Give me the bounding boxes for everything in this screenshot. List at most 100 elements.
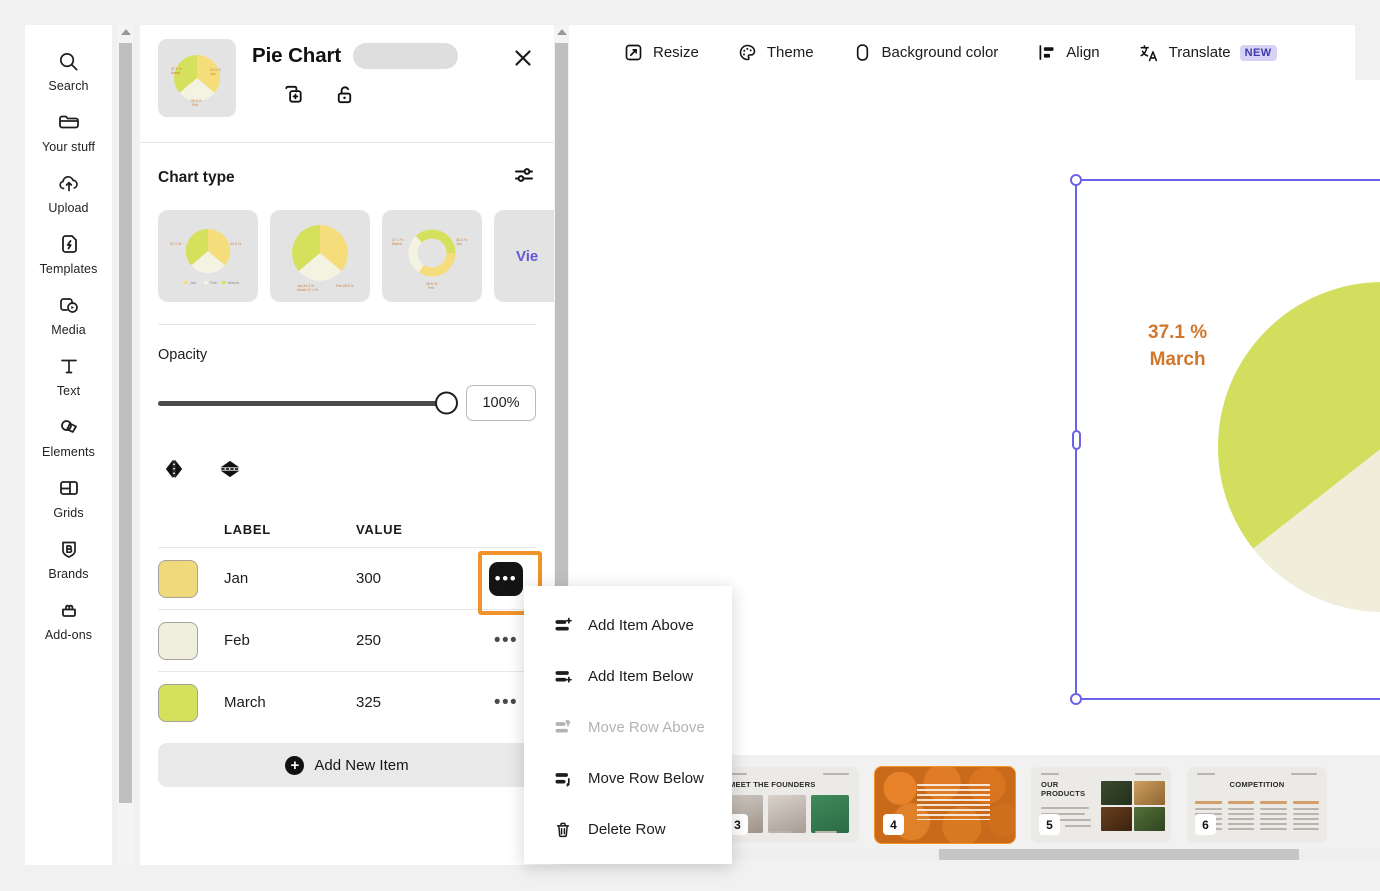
- status-badge: NEW: [1240, 45, 1277, 61]
- panel-header-right: Pie Chart: [252, 39, 536, 142]
- row-label-feb[interactable]: Feb: [224, 632, 356, 649]
- flip-horizontal-icon[interactable]: [162, 457, 186, 486]
- page-title: Pie Chart: [252, 44, 341, 68]
- search-icon: [57, 48, 80, 74]
- sidebar-item-grids[interactable]: Grids: [25, 466, 112, 527]
- align-label: Align: [1066, 44, 1099, 61]
- add-row-above-icon: [552, 616, 574, 636]
- chart-type-options: 37.1 % 34.3 % Jan Feb March Jan 34.3 % M…: [158, 210, 536, 302]
- opacity-label: Opacity: [158, 347, 536, 363]
- color-swatch-march[interactable]: [158, 684, 198, 722]
- list-item[interactable]: MEET THE FOUNDERS 3: [719, 767, 859, 843]
- sidebar-item-label: Search: [48, 79, 88, 93]
- selection-bounding-box[interactable]: [1075, 179, 1380, 700]
- table-row[interactable]: March 325 •••: [158, 671, 536, 733]
- opacity-slider[interactable]: [158, 401, 446, 406]
- sidebar-item-label: Text: [57, 384, 80, 398]
- table-row[interactable]: Feb 250 •••: [158, 609, 536, 671]
- chart-type-option-pie-labeled[interactable]: Jan 34.3 % March 37.1 % Feb 28.6 %: [270, 210, 370, 302]
- pie-chart-labeled-preview: Jan 34.3 % March 37.1 % Feb 28.6 %: [274, 215, 366, 297]
- opacity-section: Opacity 100% LABEL VALUE: [140, 347, 554, 787]
- menu-item-move-row-below[interactable]: Move Row Below: [524, 753, 732, 804]
- sidebar-item-label: Your stuff: [42, 140, 95, 154]
- resize-button[interactable]: Resize: [609, 36, 713, 69]
- menu-item-label: Delete Row: [588, 821, 666, 838]
- unlock-icon[interactable]: [333, 83, 356, 111]
- palette-icon: [737, 42, 758, 63]
- translate-icon: [1138, 42, 1160, 64]
- chart-type-option-pie-legend[interactable]: 37.1 % 34.3 % Jan Feb March: [158, 210, 258, 302]
- align-button[interactable]: Align: [1022, 36, 1113, 69]
- selection-handle-bottom-left[interactable]: [1070, 693, 1082, 705]
- color-swatch-jan[interactable]: [158, 560, 198, 598]
- scroll-up-arrow-icon[interactable]: [121, 29, 131, 35]
- opacity-slider-handle[interactable]: [435, 392, 458, 415]
- resize-label: Resize: [653, 44, 699, 61]
- pie-chart-thumbnail[interactable]: 37.1 % March 34.3 % Jan 28.6 % Feb: [158, 39, 236, 117]
- avatar: [811, 795, 849, 833]
- sidebar-scrollbar[interactable]: [118, 25, 133, 865]
- slide-number: 6: [1195, 814, 1216, 835]
- slide-title-5: OUR PRODUCTS: [1041, 780, 1085, 799]
- svg-text:Jan: Jan: [190, 280, 196, 285]
- svg-text:Feb: Feb: [192, 103, 198, 107]
- panel-title-row: Pie Chart: [252, 43, 536, 69]
- list-item[interactable]: 4: [875, 767, 1015, 843]
- opacity-value-input[interactable]: 100%: [466, 385, 536, 421]
- view-all-chart-types-button[interactable]: Vie: [494, 210, 554, 302]
- align-icon: [1036, 42, 1057, 63]
- panel-scrollbar-thumb[interactable]: [555, 43, 568, 603]
- flip-vertical-icon[interactable]: [218, 457, 242, 486]
- menu-item-add-item-below[interactable]: Add Item Below: [524, 651, 732, 702]
- sidebar-item-upload[interactable]: Upload: [25, 161, 112, 222]
- slide-product-grid: [1101, 781, 1165, 831]
- svg-text:March 37.1 %: March 37.1 %: [297, 288, 318, 292]
- add-new-item-button[interactable]: + Add New Item: [158, 743, 536, 787]
- color-swatch-feb[interactable]: [158, 622, 198, 660]
- background-color-button[interactable]: Background color: [838, 36, 1013, 69]
- sidebar-item-elements[interactable]: Elements: [25, 405, 112, 466]
- row-value-march[interactable]: 325: [356, 694, 476, 711]
- filmstrip-scrollbar-thumb[interactable]: [939, 849, 1299, 860]
- chart-type-section: Chart type 37.1 % 34.3 % Jan Feb Marc: [140, 143, 554, 302]
- theme-button[interactable]: Theme: [723, 36, 828, 69]
- sliders-icon[interactable]: [512, 163, 536, 192]
- sidebar-item-text[interactable]: Text: [25, 344, 112, 405]
- panel-header: 37.1 % March 34.3 % Jan 28.6 % Feb Pie C…: [140, 25, 554, 143]
- sidebar-item-brands[interactable]: Brands: [25, 527, 112, 588]
- translate-button[interactable]: Translate NEW: [1124, 36, 1291, 70]
- chart-type-option-donut[interactable]: 37.1 % March 34.3 % Jan 28.6 % Feb: [382, 210, 482, 302]
- resize-icon: [623, 42, 644, 63]
- table-row[interactable]: Jan 300 •••: [158, 547, 536, 609]
- row-value-feb[interactable]: 250: [356, 632, 476, 649]
- menu-item-add-item-above[interactable]: Add Item Above: [524, 600, 732, 651]
- row-options-button-march[interactable]: •••: [494, 692, 518, 713]
- background-color-label: Background color: [882, 44, 999, 61]
- sidebar-item-your-stuff[interactable]: Your stuff: [25, 100, 112, 161]
- sidebar-item-media[interactable]: Media: [25, 283, 112, 344]
- sidebar-item-search[interactable]: Search: [25, 39, 112, 100]
- close-icon[interactable]: [510, 45, 536, 71]
- row-label-jan[interactable]: Jan: [224, 570, 356, 587]
- list-item[interactable]: OUR PRODUCTS 5: [1031, 767, 1171, 843]
- menu-item-delete-row[interactable]: Delete Row: [524, 804, 732, 855]
- brand-shield-icon: [57, 536, 81, 562]
- menu-item-move-row-above: Move Row Above: [524, 702, 732, 753]
- app-root: Search Your stuff Upload Templates Media: [0, 0, 1380, 891]
- svg-text:Jan: Jan: [456, 242, 462, 246]
- table-header-row: LABEL VALUE: [158, 522, 536, 547]
- row-options-button-feb[interactable]: •••: [494, 630, 518, 651]
- sidebar-item-add-ons[interactable]: Add-ons: [25, 588, 112, 649]
- panel-header-actions: [252, 83, 536, 111]
- selection-handle-top-left[interactable]: [1070, 174, 1082, 186]
- duplicate-icon[interactable]: [282, 83, 305, 111]
- sidebar-item-label: Upload: [48, 201, 88, 215]
- sidebar-scrollbar-thumb[interactable]: [119, 43, 132, 803]
- row-value-jan[interactable]: 300: [356, 570, 476, 587]
- row-options-button-jan[interactable]: •••: [489, 562, 523, 596]
- sidebar-item-templates[interactable]: Templates: [25, 222, 112, 283]
- scroll-up-arrow-icon[interactable]: [557, 29, 567, 35]
- row-label-march[interactable]: March: [224, 694, 356, 711]
- selection-handle-middle-left[interactable]: [1072, 430, 1081, 450]
- list-item[interactable]: COMPETITION 6: [1187, 767, 1327, 843]
